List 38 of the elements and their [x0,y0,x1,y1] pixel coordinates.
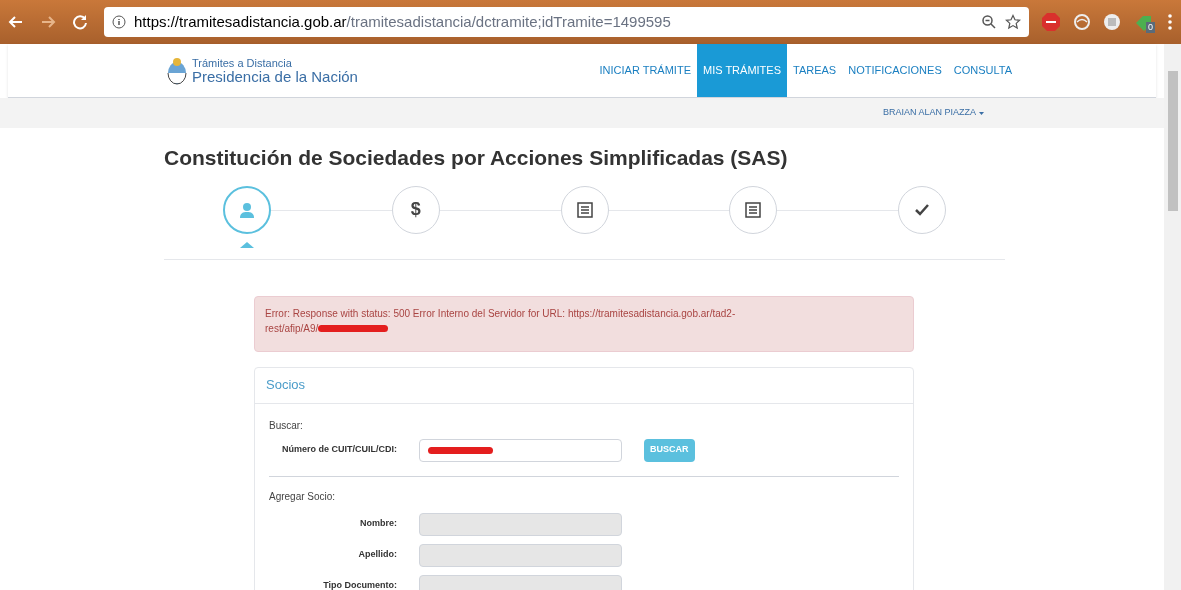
section-heading: Agregar Socio: [269,489,337,504]
user-icon [239,201,255,218]
redaction-mark [318,324,389,332]
field-label: Apellido: [357,548,398,562]
zoom-icon[interactable] [981,14,997,30]
url-text: https://tramitesadistancia.gob.ar/tramitesadistancia/dctramite;idTramite=1499595 [134,11,672,32]
nav-tab[interactable]: MIS TRÁMITES [697,44,787,97]
menu-icon[interactable] [1167,13,1173,31]
address-bar[interactable]: https://tramitesadistancia.gob.ar/tramitesadistancia/dctramite;idTramite=1499595 [104,7,1029,37]
list-icon [745,201,762,218]
nav-tab[interactable]: TAREAS [787,44,843,97]
stop-sign-icon[interactable] [1041,12,1061,32]
field-label: Número de CUIT/CUIL/CDI: [281,443,398,457]
page-icon[interactable] [1103,13,1121,31]
circle-icon[interactable] [1073,13,1091,31]
coat-of-arms-icon [166,55,188,86]
field-label: Tipo Documento: [322,579,398,590]
field-label: Nombre: [359,517,398,531]
extension-badge: 0 [1146,22,1155,33]
scrollbar[interactable] [1164,44,1181,590]
cuit-input-field[interactable] [419,438,622,462]
page-title: Constitución de Sociedades por Acciones Simplificadas (SAS) [164,145,789,171]
list-icon [576,201,593,218]
nav-tab[interactable]: CONSULTA [947,44,1018,97]
error-message: Error: Response with status: 500 Error Interno del Servidor for URL: https://tramitesadistancia.gob.ar/tad2- [265,306,737,321]
star-icon[interactable] [1005,14,1021,30]
brand-subtitle: Trámites a Distancia [192,57,293,69]
nav-tab[interactable]: NOTIFICACIONES [842,44,948,97]
nav-tab[interactable]: INICIAR TRÁMITE [593,44,697,97]
step-pointer [240,241,254,248]
caret-icon [979,111,984,115]
brand-title: Presidencia de la Nación [192,68,358,84]
error-message: rest/afip/A9/ [265,321,319,336]
panel-title: Socios [266,376,306,395]
info-icon[interactable] [112,15,126,29]
section-heading: Buscar: [269,418,304,433]
redaction-mark [428,446,493,454]
user-menu[interactable]: BRAIAN ALAN PIAZZA [882,106,976,120]
